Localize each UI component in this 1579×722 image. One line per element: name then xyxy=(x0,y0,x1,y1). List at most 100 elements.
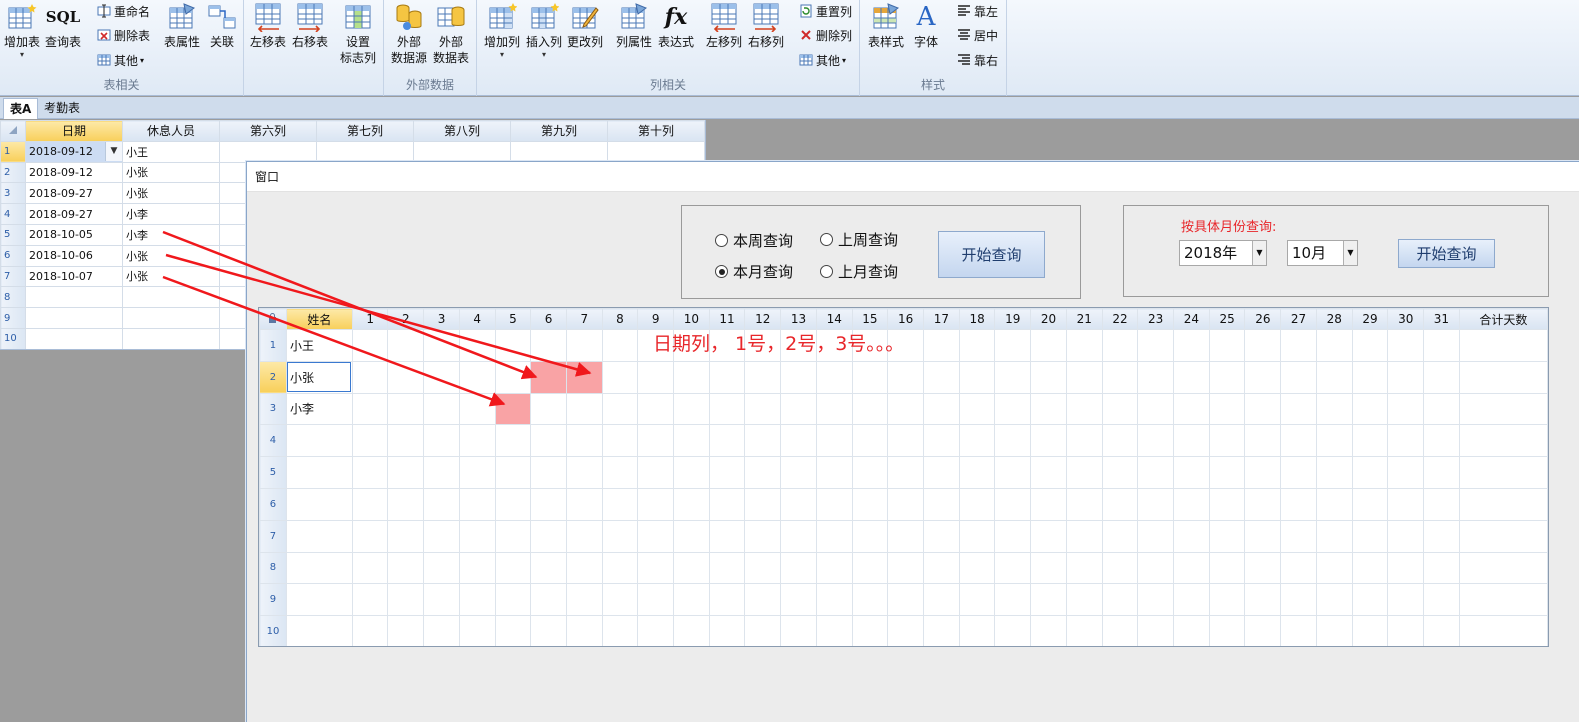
day-cell[interactable] xyxy=(994,551,1032,585)
move-table-right-button[interactable]: 右移表 xyxy=(292,2,328,50)
name-cell[interactable] xyxy=(285,583,353,617)
day-cell[interactable] xyxy=(1208,329,1246,362)
tab-attendance[interactable]: 考勤表 xyxy=(38,98,86,119)
day-cell[interactable] xyxy=(851,615,889,646)
row-number[interactable]: 4 xyxy=(259,424,287,458)
total-days-header[interactable]: 合计天数 xyxy=(1458,308,1548,330)
day-cell[interactable] xyxy=(1244,329,1282,362)
name-cell[interactable] xyxy=(285,456,353,489)
day-cell[interactable] xyxy=(1137,360,1175,394)
day-cell[interactable] xyxy=(1315,424,1353,458)
day-cell[interactable] xyxy=(923,456,960,489)
day-cell[interactable] xyxy=(494,392,532,426)
day-cell[interactable] xyxy=(708,551,746,585)
day-cell[interactable] xyxy=(1137,424,1175,458)
day-cell[interactable] xyxy=(994,615,1032,646)
day-cell[interactable] xyxy=(458,456,496,489)
day-cell[interactable] xyxy=(708,519,746,553)
row-number[interactable]: 4 xyxy=(0,203,26,225)
day-cell[interactable] xyxy=(1137,583,1175,617)
day-cell[interactable] xyxy=(1208,519,1246,553)
day-cell[interactable] xyxy=(923,615,960,646)
day-cell[interactable] xyxy=(1280,487,1317,521)
day-cell[interactable] xyxy=(958,424,996,458)
day-cell[interactable] xyxy=(1173,360,1210,394)
day-cell[interactable] xyxy=(851,392,889,426)
day-cell[interactable] xyxy=(744,583,782,617)
day-cell[interactable] xyxy=(744,456,782,489)
day-cell[interactable] xyxy=(1030,329,1067,362)
day-cell[interactable] xyxy=(1315,360,1353,394)
day-cell[interactable] xyxy=(1244,360,1282,394)
day-column-header[interactable]: 16 xyxy=(887,308,925,330)
day-cell[interactable] xyxy=(1280,551,1317,585)
day-cell[interactable] xyxy=(1351,487,1389,521)
day-cell[interactable] xyxy=(780,487,817,521)
day-cell[interactable] xyxy=(1351,392,1389,426)
day-cell[interactable] xyxy=(815,360,853,394)
row-number[interactable]: 1 xyxy=(0,140,26,163)
total-days-cell[interactable] xyxy=(1458,392,1548,426)
day-cell[interactable] xyxy=(994,487,1032,521)
radio-this-week[interactable]: 本周查询 xyxy=(715,230,793,251)
day-cell[interactable] xyxy=(1387,487,1425,521)
row-number[interactable]: 9 xyxy=(259,583,287,617)
day-cell[interactable] xyxy=(1137,392,1175,426)
day-cell[interactable] xyxy=(423,519,460,553)
day-cell[interactable] xyxy=(672,456,710,489)
day-cell[interactable] xyxy=(1315,456,1353,489)
day-cell[interactable] xyxy=(923,487,960,521)
day-cell[interactable] xyxy=(1173,583,1210,617)
day-cell[interactable] xyxy=(565,551,603,585)
day-column-header[interactable]: 10 xyxy=(672,308,710,330)
day-cell[interactable] xyxy=(708,615,746,646)
day-cell[interactable] xyxy=(494,583,532,617)
day-cell[interactable] xyxy=(780,551,817,585)
day-column-header[interactable]: 28 xyxy=(1315,308,1353,330)
total-days-cell[interactable] xyxy=(1458,456,1548,489)
day-cell[interactable] xyxy=(958,615,996,646)
day-cell[interactable] xyxy=(423,583,460,617)
day-cell[interactable] xyxy=(851,424,889,458)
day-cell[interactable] xyxy=(387,551,425,585)
align-center-button[interactable]: 居中 xyxy=(957,25,998,45)
day-cell[interactable] xyxy=(887,456,925,489)
day-cell[interactable] xyxy=(601,519,639,553)
day-cell[interactable] xyxy=(672,519,710,553)
day-cell[interactable] xyxy=(1208,551,1246,585)
day-column-header[interactable]: 26 xyxy=(1244,308,1282,330)
day-cell[interactable] xyxy=(1065,519,1103,553)
delete-column-button[interactable]: 删除列 xyxy=(799,25,852,45)
day-cell[interactable] xyxy=(458,424,496,458)
day-cell[interactable] xyxy=(494,519,532,553)
day-cell[interactable] xyxy=(458,519,496,553)
day-cell[interactable] xyxy=(423,551,460,585)
chevron-down-icon[interactable]: ▼ xyxy=(105,142,122,161)
date-cell[interactable]: 2018-09-12 ▼ xyxy=(25,140,123,163)
day-cell[interactable] xyxy=(351,615,389,646)
row-number[interactable]: 3 xyxy=(259,392,287,426)
day-column-header[interactable]: 13 xyxy=(780,308,817,330)
day-cell[interactable] xyxy=(994,360,1032,394)
day-cell[interactable] xyxy=(1423,360,1460,394)
day-cell[interactable] xyxy=(565,456,603,489)
day-cell[interactable] xyxy=(1244,551,1282,585)
column-header[interactable]: 第九列 xyxy=(510,120,608,142)
day-cell[interactable] xyxy=(1173,392,1210,426)
name-cell[interactable]: 小李 xyxy=(285,392,353,426)
day-cell[interactable] xyxy=(494,551,532,585)
day-cell[interactable] xyxy=(458,329,496,362)
day-cell[interactable] xyxy=(744,551,782,585)
row-number[interactable]: 8 xyxy=(259,551,287,585)
day-cell[interactable] xyxy=(565,583,603,617)
day-cell[interactable] xyxy=(1280,424,1317,458)
day-cell[interactable] xyxy=(1065,583,1103,617)
radio-last-week[interactable]: 上周查询 xyxy=(820,229,898,250)
font-button[interactable]: A 字体 xyxy=(914,2,938,50)
person-cell[interactable]: 小李 xyxy=(122,223,220,246)
day-cell[interactable] xyxy=(1173,551,1210,585)
day-cell[interactable] xyxy=(494,424,532,458)
day-cell[interactable] xyxy=(1423,583,1460,617)
day-cell[interactable] xyxy=(565,519,603,553)
day-cell[interactable] xyxy=(601,360,639,394)
